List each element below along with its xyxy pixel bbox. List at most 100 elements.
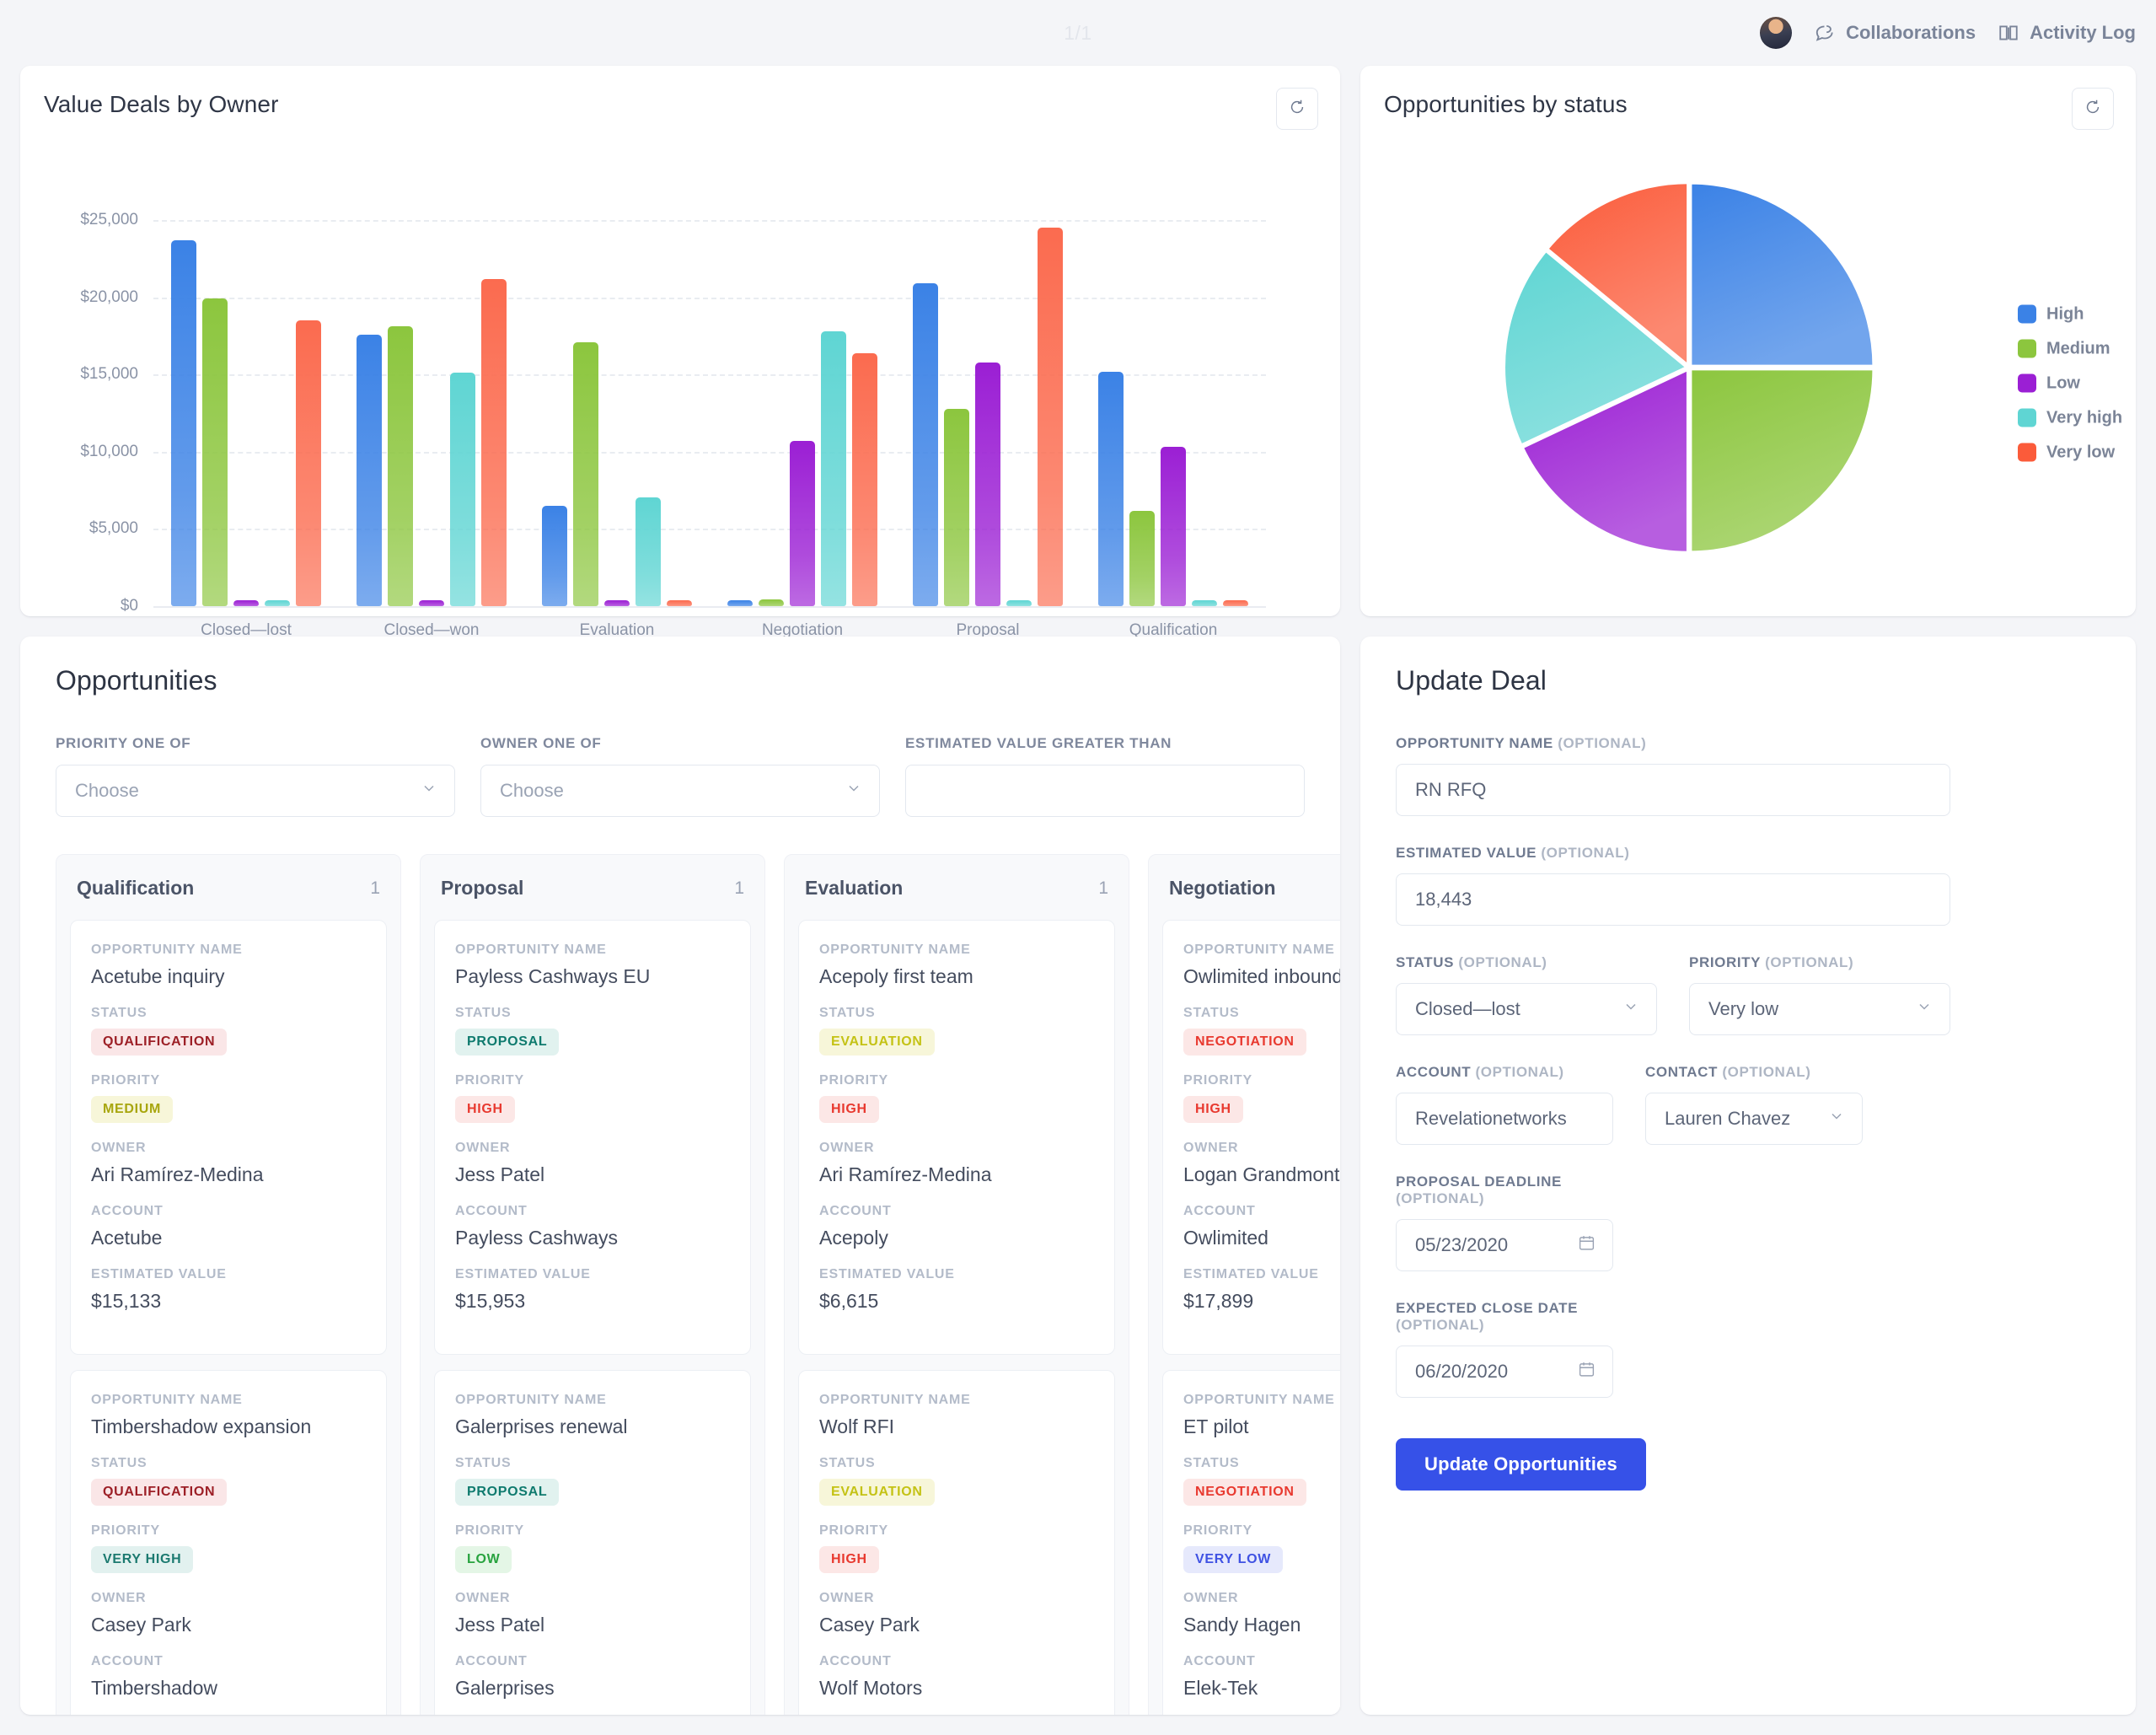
bar-chart-bar[interactable] (573, 341, 598, 606)
bar-chart-bar[interactable] (1129, 511, 1155, 606)
pie-chart-legend-item[interactable]: High (2018, 304, 2122, 324)
filter-select[interactable]: Choose (480, 765, 880, 817)
status-label: Status (1183, 1456, 1240, 1470)
opportunity-name-input[interactable]: RN RFQ (1396, 764, 1950, 816)
bar-chart-bar[interactable] (759, 599, 784, 606)
priority-badge: LOW (455, 1546, 512, 1573)
bar-chart-y-tick: $0 (120, 597, 138, 615)
bar-chart-bar[interactable] (388, 326, 413, 606)
bar-chart-bar[interactable] (975, 362, 1000, 606)
bar-chart-bar[interactable] (296, 320, 321, 606)
book-icon (1998, 22, 2019, 44)
bar-chart-bar[interactable] (357, 334, 382, 606)
bar-chart-plot: $0 $5,000 $10,000 $15,000 $20,000 $25,000 Clo… (80, 211, 1266, 639)
bar-chart-y-tick: $20,000 (80, 287, 138, 306)
bar-chart-bar[interactable] (852, 352, 877, 606)
bar-chart-bar[interactable] (1038, 228, 1063, 606)
pie-chart-legend-item[interactable]: Low (2018, 373, 2122, 393)
status-label: Status (91, 1006, 147, 1020)
opportunity-card[interactable]: Opportunity name Payless Cashways EU Statu… (434, 920, 751, 1355)
bar-chart-bar[interactable] (1161, 447, 1186, 606)
optional-tag: (OPTIONAL) (1541, 845, 1630, 861)
owner-label: Owner (455, 1591, 511, 1605)
priority-badge: HIGH (1183, 1096, 1243, 1123)
account-value: Galerprises (455, 1677, 555, 1699)
opportunity-name-value: Payless Cashways EU (455, 965, 651, 987)
activity-log-button[interactable]: Activity Log (1998, 22, 2136, 44)
bar-chart-bar[interactable] (821, 330, 846, 606)
kanban-column-title: Proposal (441, 877, 524, 899)
pie-slice[interactable] (1688, 180, 1876, 368)
opportunity-card[interactable]: Opportunity name Galerprises renewal Statu… (434, 1370, 751, 1715)
filter-value: Choose (500, 780, 564, 801)
kanban-column-header: Proposal 1 (434, 855, 751, 920)
contact-value: Lauren Chavez (1665, 1108, 1791, 1129)
opportunity-card[interactable]: Opportunity name ET pilot Status NEGOTIATIO… (1162, 1370, 1340, 1715)
priority-badge: HIGH (819, 1546, 879, 1573)
pie-chart-legend-item[interactable]: Very low (2018, 443, 2122, 462)
bar-chart-bar[interactable] (944, 409, 969, 606)
bar-chart-bar[interactable] (481, 278, 507, 606)
proposal-deadline-label: Proposal deadline (OPTIONAL) (1396, 1174, 1613, 1207)
filter-estimated-value-greater-than: Estimated value greater than (905, 735, 1305, 817)
bar-chart-bar[interactable] (202, 298, 228, 606)
owner-label: Owner (1183, 1591, 1239, 1605)
bar-chart-bar[interactable] (636, 497, 661, 606)
bar-chart-bar[interactable] (233, 600, 259, 606)
refresh-bar-chart-button[interactable] (1276, 88, 1318, 130)
opportunity-name-label: Opportunity name (91, 943, 243, 957)
estimated-value-label: Estimated value (OPTIONAL) (1396, 845, 1950, 862)
opportunity-card[interactable]: Opportunity name Acepoly first team Status… (798, 920, 1115, 1355)
opportunity-card[interactable]: Opportunity name Acetube inquiry Status QUA… (70, 920, 387, 1355)
bar-chart-bar[interactable] (604, 600, 630, 606)
bar-chart-bar[interactable] (542, 505, 567, 606)
estimated-value-input[interactable]: 18,443 (1396, 873, 1950, 926)
bar-chart-bar[interactable] (265, 600, 290, 606)
bar-chart-bar[interactable] (1098, 372, 1124, 606)
bar-chart-bar[interactable] (667, 600, 692, 606)
opportunity-card[interactable]: Opportunity name Owlimited inbound req Sta… (1162, 920, 1340, 1355)
bar-chart-bar[interactable] (1192, 600, 1217, 606)
priority-badge-row: MEDIUM (91, 1096, 366, 1141)
pie-chart-legend-item[interactable]: Medium (2018, 339, 2122, 358)
bar-chart-bar[interactable] (1006, 600, 1032, 606)
bar-chart-bar[interactable] (727, 600, 753, 606)
opportunity-card[interactable]: Opportunity name Wolf RFI Status EVALUATION… (798, 1370, 1115, 1715)
opportunity-card[interactable]: Opportunity name Timbershadow expansion St… (70, 1370, 387, 1715)
bar-chart-bar[interactable] (790, 440, 815, 606)
opportunity-name-value: RN RFQ (1415, 779, 1487, 800)
pie-chart-legend-item[interactable]: Very high (2018, 408, 2122, 427)
estimated-value-value: 18,443 (1415, 889, 1472, 910)
bar-chart-bar[interactable] (171, 239, 196, 606)
value-deals-by-owner-panel: Value Deals by Owner $0 $5,000 $10,000 $15,… (20, 66, 1340, 671)
filter-select[interactable]: Choose (56, 765, 455, 817)
refresh-pie-chart-button[interactable] (2072, 88, 2114, 130)
bar-chart-bar[interactable] (419, 600, 444, 606)
priority-badge-row: VERY HIGH (91, 1546, 366, 1591)
account-input[interactable]: Revelationetworks (1396, 1093, 1613, 1145)
filter-input[interactable] (905, 765, 1305, 817)
filter-label: Priority one of (56, 735, 191, 751)
expected-close-date-input[interactable]: 06/20/2020 (1396, 1346, 1613, 1398)
priority-badge-row: VERY LOW (1183, 1546, 1340, 1591)
refresh-icon (2084, 98, 2102, 121)
bar-chart-bar[interactable] (913, 283, 938, 606)
proposal-deadline-input[interactable]: 05/23/2020 (1396, 1219, 1613, 1271)
account-value: Acetube (91, 1227, 163, 1249)
owner-value: Ari Ramírez-Medina (819, 1163, 992, 1185)
collaborations-button[interactable]: Collaborations (1814, 22, 1976, 44)
contact-select[interactable]: Lauren Chavez (1645, 1093, 1863, 1145)
kanban-column-title: Evaluation (805, 877, 904, 899)
priority-select[interactable]: Very low (1689, 983, 1950, 1035)
priority-badge: MEDIUM (91, 1096, 174, 1123)
pie-slice[interactable] (1688, 367, 1876, 555)
bar-chart-bar[interactable] (1223, 600, 1248, 606)
avatar[interactable] (1760, 17, 1793, 49)
owner-label: Owner (1183, 1141, 1239, 1155)
update-opportunities-button[interactable]: Update Opportunities (1396, 1438, 1646, 1491)
status-select[interactable]: Closed—lost (1396, 983, 1657, 1035)
opportunity-name-label: Opportunity name (819, 943, 971, 957)
bar-chart-group: Proposal (895, 220, 1081, 639)
bar-chart-bar[interactable] (450, 373, 475, 606)
pie-chart-title: Opportunities by status (1384, 91, 1628, 117)
